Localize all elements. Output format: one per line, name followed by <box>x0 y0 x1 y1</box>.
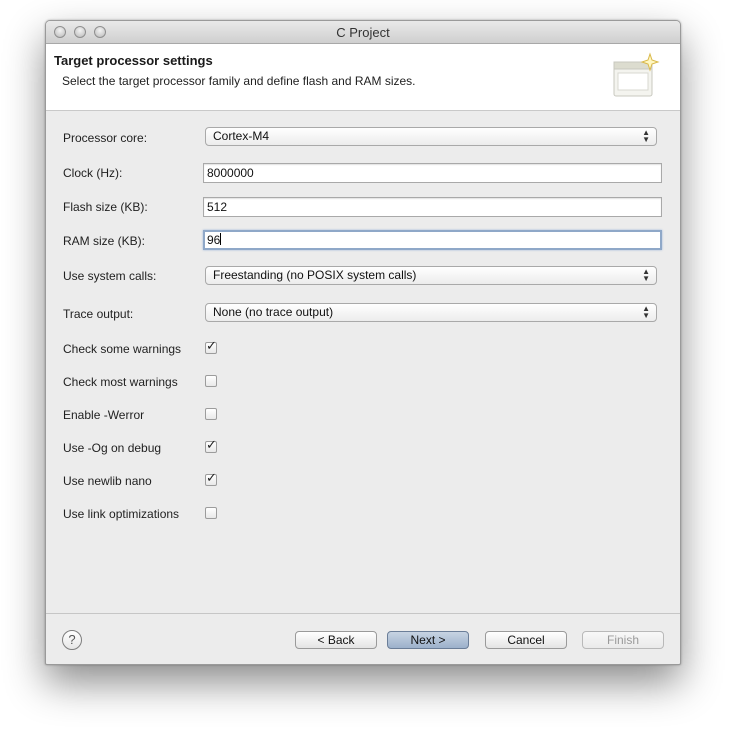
processor-core-label: Processor core: <box>63 131 148 145</box>
updown-arrows-icon: ▲ ▼ <box>642 304 650 320</box>
processor-core-value: Cortex-M4 <box>213 129 270 143</box>
ram-size-value: 96 <box>207 233 221 247</box>
checkmark-icon: ✓ <box>206 437 217 452</box>
trace-output-value: None (no trace output) <box>213 305 334 319</box>
system-calls-label: Use system calls: <box>63 269 157 283</box>
text-caret <box>220 233 222 245</box>
use-link-optimizations-checkbox[interactable] <box>205 507 217 519</box>
cancel-button[interactable]: Cancel <box>485 631 567 649</box>
help-icon[interactable]: ? <box>62 630 82 650</box>
ram-size-label: RAM size (KB): <box>63 234 146 248</box>
clock-label: Clock (Hz): <box>63 166 123 180</box>
wizard-window-icon <box>613 52 660 97</box>
updown-arrows-icon: ▲ ▼ <box>642 128 650 144</box>
window-title: C Project <box>336 25 390 40</box>
back-button[interactable]: < Back <box>295 631 377 649</box>
use-link-optimizations-label: Use link optimizations <box>63 507 180 521</box>
check-some-warnings-label: Check some warnings <box>63 342 182 356</box>
use-newlib-nano-checkbox[interactable]: ✓ <box>205 470 217 486</box>
clock-input[interactable]: 8000000 <box>203 163 662 183</box>
ram-size-input[interactable]: 96 <box>203 230 662 250</box>
check-most-warnings-label: Check most warnings <box>63 375 178 389</box>
use-og-on-debug-label: Use -Og on debug <box>63 441 162 455</box>
check-most-warnings-checkbox[interactable] <box>205 375 217 387</box>
checkmark-icon: ✓ <box>206 470 217 485</box>
trace-output-label: Trace output: <box>63 307 134 321</box>
finish-button[interactable]: Finish <box>582 631 664 649</box>
trace-output-select[interactable]: None (no trace output) ▲ ▼ <box>205 303 657 322</box>
processor-core-select[interactable]: Cortex-M4 ▲ ▼ <box>205 127 657 146</box>
enable-werror-label: Enable -Werror <box>63 408 145 422</box>
use-newlib-nano-label: Use newlib nano <box>63 474 152 488</box>
flash-size-input[interactable]: 512 <box>203 197 662 217</box>
title-bar[interactable]: C Project <box>46 21 680 44</box>
next-button[interactable]: Next > <box>387 631 469 649</box>
flash-size-label: Flash size (KB): <box>63 200 148 214</box>
page-description: Select the target processor family and d… <box>62 74 416 88</box>
enable-werror-checkbox[interactable] <box>205 408 217 420</box>
page-title: Target processor settings <box>54 53 213 68</box>
use-og-on-debug-checkbox[interactable]: ✓ <box>205 437 217 453</box>
footer-divider <box>46 613 680 614</box>
updown-arrows-icon: ▲ ▼ <box>642 267 650 283</box>
check-some-warnings-checkbox[interactable]: ✓ <box>205 338 217 354</box>
wizard-banner: Target processor settings Select the tar… <box>46 44 680 111</box>
c-project-dialog: C Project Target processor settings Sele… <box>45 20 681 665</box>
system-calls-value: Freestanding (no POSIX system calls) <box>213 268 417 282</box>
checkmark-icon: ✓ <box>206 338 217 353</box>
system-calls-select[interactable]: Freestanding (no POSIX system calls) ▲ ▼ <box>205 266 657 285</box>
